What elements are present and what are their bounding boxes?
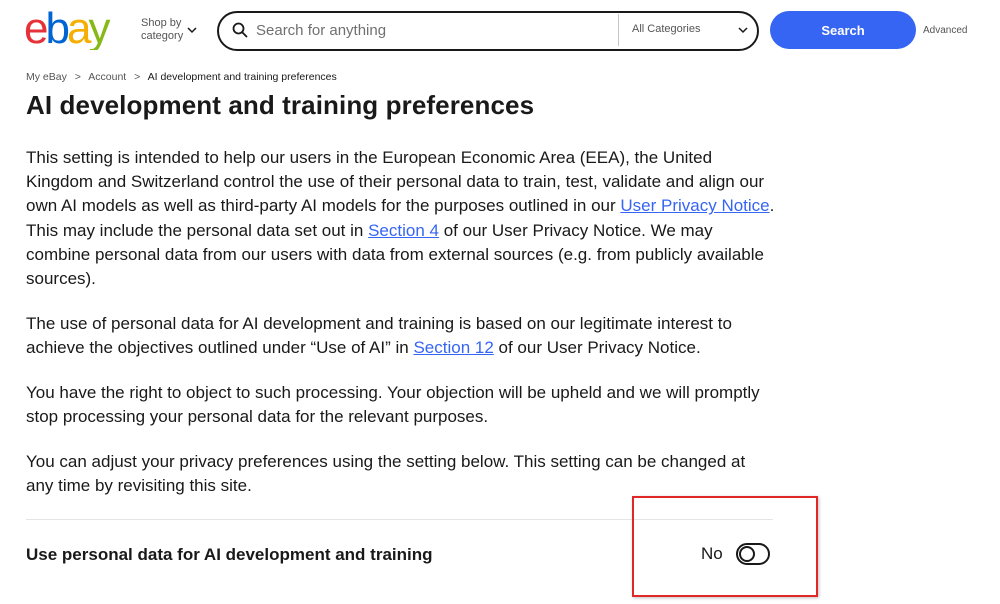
search-divider bbox=[618, 14, 619, 46]
section-12-link[interactable]: Section 12 bbox=[413, 338, 493, 357]
advanced-search-link[interactable]: Advanced bbox=[923, 25, 967, 36]
user-privacy-notice-link[interactable]: User Privacy Notice bbox=[620, 196, 769, 215]
breadcrumb-account[interactable]: Account bbox=[88, 71, 126, 83]
highlight-box bbox=[632, 496, 818, 597]
breadcrumb: My eBay > Account > AI development and t… bbox=[26, 71, 337, 83]
intro-paragraph: This setting is intended to help our use… bbox=[26, 148, 775, 289]
breadcrumb-separator: > bbox=[74, 71, 81, 83]
breadcrumb-my-ebay[interactable]: My eBay bbox=[26, 71, 67, 83]
chevron-down-icon[interactable] bbox=[737, 25, 749, 35]
search-icon bbox=[232, 22, 248, 38]
search-input[interactable] bbox=[256, 17, 611, 43]
category-select[interactable]: All Categories bbox=[632, 23, 700, 35]
breadcrumb-separator: > bbox=[134, 71, 141, 83]
chevron-down-icon[interactable] bbox=[186, 25, 198, 35]
legal-basis-paragraph: The use of personal data for AI developm… bbox=[26, 314, 732, 358]
setting-label: Use personal data for AI development and… bbox=[26, 545, 433, 564]
page-title: AI development and training preferences bbox=[26, 90, 535, 120]
breadcrumb-current: AI development and training preferences bbox=[147, 71, 337, 83]
objection-paragraph: You have the right to object to such pro… bbox=[26, 383, 760, 427]
svg-text:ebay: ebay bbox=[24, 6, 110, 50]
adjust-preferences-paragraph: You can adjust your privacy preferences … bbox=[26, 452, 746, 496]
section-4-link[interactable]: Section 4 bbox=[368, 221, 439, 240]
search-button[interactable]: Search bbox=[770, 11, 916, 49]
shop-by-label: Shop by bbox=[141, 17, 182, 29]
category-label: category bbox=[141, 30, 184, 42]
ebay-logo[interactable]: ebay bbox=[24, 6, 128, 50]
shop-by-category-button[interactable]: Shop by category bbox=[141, 17, 183, 43]
